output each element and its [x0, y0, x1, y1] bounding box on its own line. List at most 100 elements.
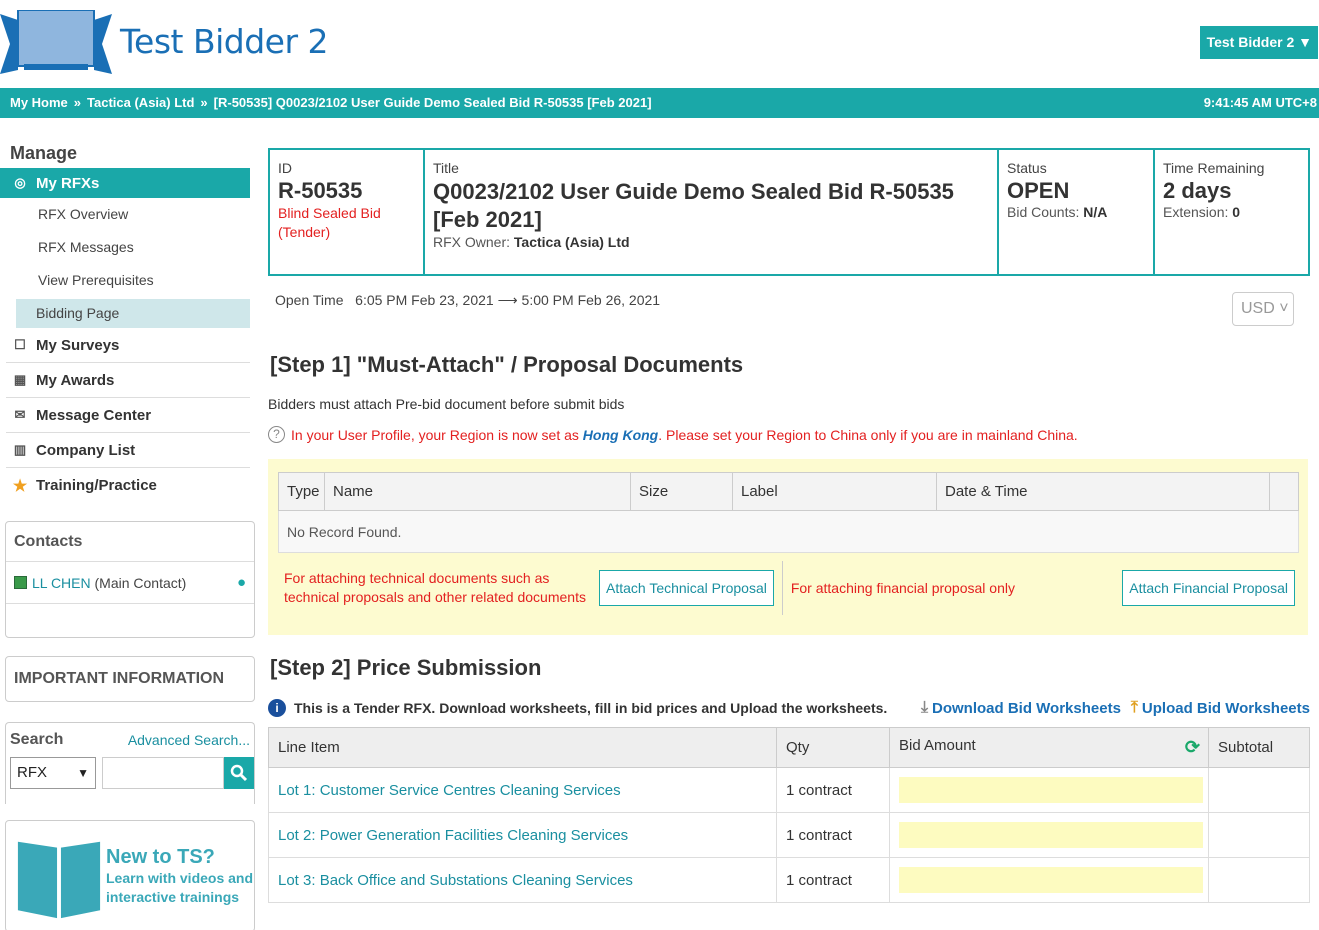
- rfx-info-box: ID R-50535 Blind Sealed Bid (Tender) Tit…: [268, 148, 1310, 276]
- rfx-title-cell: Title Q0023/2102 User Guide Demo Sealed …: [425, 150, 999, 274]
- owner-value: Tactica (Asia) Ltd: [513, 234, 630, 250]
- tender-row: i This is a Tender RFX. Download workshe…: [268, 699, 1310, 717]
- upload-icon: ⤒: [1130, 699, 1138, 716]
- column-header: Qty: [776, 727, 890, 768]
- line-item-link[interactable]: Lot 3: Back Office and Substations Clean…: [268, 857, 777, 903]
- rfx-type: Blind Sealed Bid (Tender): [278, 205, 381, 240]
- region-note-pre: In your User Profile, your Region is now…: [291, 426, 583, 443]
- sidebar-item-label: My Surveys: [36, 336, 120, 354]
- breadcrumb-home-link[interactable]: My Home: [10, 95, 68, 110]
- sidebar-item-view-prerequisites[interactable]: View Prerequisites: [0, 264, 250, 297]
- column-header: Label: [732, 472, 937, 511]
- line-item-link[interactable]: Lot 2: Power Generation Facilities Clean…: [268, 812, 777, 858]
- main-content: ID R-50535 Blind Sealed Bid (Tender) Tit…: [268, 148, 1310, 903]
- contact-row: LL CHEN (Main Contact) ●: [6, 562, 254, 604]
- chevron-down-icon: ▼: [77, 766, 89, 780]
- column-header: Line Item: [268, 727, 777, 768]
- important-info-panel[interactable]: IMPORTANT INFORMATION: [5, 656, 255, 702]
- search-heading: Search: [10, 731, 64, 748]
- search-button[interactable]: [224, 757, 254, 789]
- upload-label: Upload Bid Worksheets: [1141, 699, 1310, 717]
- bid-counts-label: Bid Counts:: [1007, 204, 1084, 220]
- user-menu-button[interactable]: Test Bidder 2 ▼: [1199, 26, 1318, 59]
- id-label: ID: [278, 160, 292, 176]
- sidebar-item-label: Company List: [36, 441, 136, 459]
- contact-role: (Main Contact): [90, 574, 187, 591]
- currency-select[interactable]: USD ˅: [1232, 292, 1294, 326]
- sidebar-item-message-center[interactable]: ✉ Message Center: [6, 398, 250, 433]
- refresh-icon[interactable]: ⟳: [1185, 737, 1200, 758]
- sidebar-item-company-list[interactable]: ▥ Company List: [6, 433, 250, 468]
- envelope-icon: ✉: [14, 407, 26, 422]
- rfx-status-cell: Status OPEN Bid Counts: N/A: [999, 150, 1155, 274]
- sidebar-item-label: Message Center: [36, 406, 152, 424]
- rfx-id: R-50535: [278, 178, 363, 203]
- building-icon: ▥: [13, 442, 27, 457]
- download-worksheets-link[interactable]: ⤓ Download Bid Worksheets: [921, 699, 1121, 717]
- bid-amount-cell: [889, 767, 1209, 813]
- rfx-time-cell: Time Remaining 2 days Extension: 0: [1155, 150, 1308, 274]
- header: Test Bidder 2 Test Bidder 2 ▼: [0, 0, 1319, 88]
- sidebar-item-my-rfxs[interactable]: ◎ My RFXs: [0, 168, 250, 198]
- title-label: Title: [433, 160, 459, 176]
- column-header: [1269, 472, 1299, 511]
- status-badge: OPEN: [1007, 178, 1070, 203]
- search-input[interactable]: [102, 757, 224, 789]
- contact-name-link[interactable]: LL CHEN: [32, 575, 91, 591]
- bid-amount-input[interactable]: [899, 777, 1203, 803]
- contacts-panel: Contacts LL CHEN (Main Contact) ●: [5, 521, 255, 638]
- sidebar-item-training[interactable]: ★ Training/Practice: [6, 468, 250, 503]
- owner-label: RFX Owner:: [433, 234, 514, 250]
- qty-cell: 1 contract: [776, 857, 890, 903]
- app-title: Test Bidder 2: [120, 22, 329, 61]
- breadcrumb-separator: »: [200, 95, 208, 110]
- bid-amount-input[interactable]: [899, 867, 1203, 893]
- new-to-ts-panel[interactable]: New to TS? Learn with videos and interac…: [5, 820, 255, 930]
- region-note: ? In your User Profile, your Region is n…: [268, 426, 1310, 443]
- bid-amount-header: Bid Amount ⟳: [889, 727, 1209, 768]
- column-header-label: Bid Amount: [899, 737, 976, 754]
- subtotal-cell: [1208, 857, 1310, 903]
- search-type-value: RFX: [17, 764, 47, 781]
- documents-table: Type Name Size Label Date & Time No Reco…: [278, 472, 1299, 553]
- star-icon: ★: [12, 477, 28, 495]
- sidebar-item-rfx-overview[interactable]: RFX Overview: [0, 198, 250, 231]
- bid-amount-input[interactable]: [899, 822, 1203, 848]
- clock: 9:41:45 AM UTC+8: [1203, 95, 1317, 110]
- help-icon[interactable]: ?: [268, 426, 285, 443]
- sidebar-item-label: Training/Practice: [36, 477, 157, 494]
- promo-title: New to TS?: [106, 845, 215, 868]
- search-type-select[interactable]: RFX ▼: [10, 757, 96, 789]
- technical-attach-text: For attaching technical documents such a…: [284, 570, 586, 605]
- financial-attach-text: For attaching financial proposal only: [790, 579, 1015, 596]
- important-info-heading: IMPORTANT INFORMATION: [14, 670, 225, 687]
- open-time-label: Open Time: [275, 292, 344, 308]
- sidebar-item-rfx-messages[interactable]: RFX Messages: [0, 231, 250, 264]
- info-icon: i: [268, 699, 286, 717]
- sidebar-item-bidding-page[interactable]: Bidding Page: [16, 299, 250, 328]
- line-item-link[interactable]: Lot 1: Customer Service Centres Cleaning…: [268, 767, 777, 813]
- time-remaining-label: Time Remaining: [1163, 160, 1265, 176]
- divider: [781, 561, 783, 615]
- sidebar-item-my-surveys[interactable]: ☐ My Surveys: [6, 328, 250, 363]
- qty-cell: 1 contract: [776, 767, 890, 813]
- table-row: Lot 2: Power Generation Facilities Clean…: [268, 812, 1310, 858]
- rfx-title: Q0023/2102 User Guide Demo Sealed Bid R-…: [433, 179, 954, 232]
- bid-counts-value: N/A: [1083, 204, 1108, 220]
- breadcrumb-rfx-link[interactable]: [R-50535] Q0023/2102 User Guide Demo Sea…: [214, 95, 652, 110]
- advanced-search-link[interactable]: Advanced Search...: [128, 732, 250, 748]
- chat-icon[interactable]: ●: [237, 574, 246, 591]
- upload-worksheets-link[interactable]: ⤒ Upload Bid Worksheets: [1131, 699, 1310, 717]
- attach-financial-button[interactable]: Attach Financial Proposal: [1122, 570, 1295, 606]
- target-icon: ◎: [14, 175, 26, 190]
- attach-technical-button[interactable]: Attach Technical Proposal: [599, 570, 774, 606]
- sidebar-item-label: My Awards: [36, 371, 115, 389]
- download-icon: ⤓: [920, 699, 929, 716]
- sidebar: Manage ◎ My RFXs RFX Overview RFX Messag…: [0, 138, 256, 930]
- column-header: Type: [278, 472, 325, 511]
- bid-amount-cell: [889, 857, 1209, 903]
- sidebar-item-my-awards[interactable]: ▦ My Awards: [6, 363, 250, 398]
- bids-table: Line Item Qty Bid Amount ⟳ Subtotal Lot …: [268, 727, 1310, 903]
- download-label: Download Bid Worksheets: [932, 699, 1121, 717]
- breadcrumb-company-link[interactable]: Tactica (Asia) Ltd: [87, 95, 194, 110]
